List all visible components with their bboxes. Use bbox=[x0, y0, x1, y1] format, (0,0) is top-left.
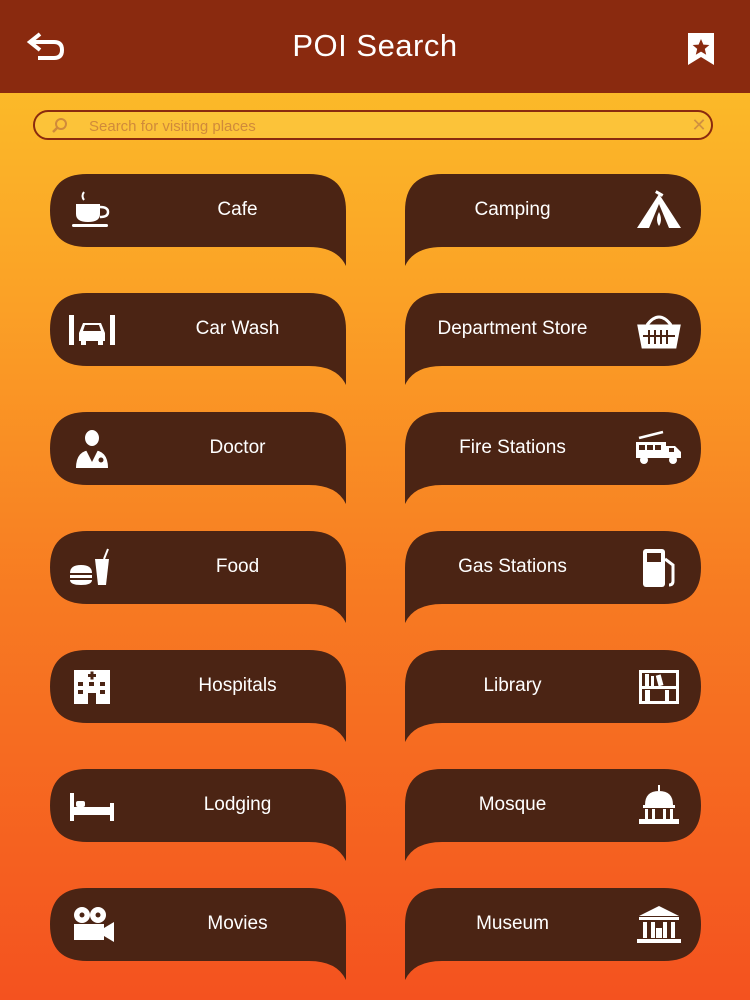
category-tile-gas-stations[interactable]: Gas Stations bbox=[405, 531, 701, 623]
bookshelf-icon bbox=[639, 670, 679, 704]
top-bar: POI Search bbox=[0, 0, 750, 93]
category-tile-food[interactable]: Food bbox=[50, 531, 346, 623]
category-tile-department-store[interactable]: Department Store bbox=[405, 293, 701, 385]
fire-truck-icon bbox=[636, 430, 681, 464]
search-icon bbox=[52, 118, 67, 133]
burger-drink-icon bbox=[70, 548, 109, 585]
clear-icon[interactable]: ✕ bbox=[689, 115, 709, 135]
hospital-building-icon bbox=[74, 670, 110, 704]
category-tile-museum[interactable]: Museum bbox=[405, 888, 701, 980]
category-label: Lodging bbox=[203, 794, 272, 815]
category-label: Camping bbox=[474, 199, 551, 220]
category-label: Food bbox=[215, 556, 260, 577]
shopping-basket-icon bbox=[637, 315, 681, 349]
category-tile-lodging[interactable]: Lodging bbox=[50, 769, 346, 861]
search-bar: ✕ bbox=[33, 110, 713, 140]
category-tile-cafe[interactable]: Cafe bbox=[50, 174, 346, 266]
category-label: Hospitals bbox=[198, 675, 277, 696]
category-label: Doctor bbox=[209, 437, 266, 458]
category-tile-mosque[interactable]: Mosque bbox=[405, 769, 701, 861]
category-label: Mosque bbox=[478, 794, 547, 815]
bed-icon bbox=[70, 793, 114, 821]
category-label: Fire Stations bbox=[459, 437, 566, 458]
category-label: Department Store bbox=[437, 318, 588, 339]
category-tile-camping[interactable]: Camping bbox=[405, 174, 701, 266]
tent-icon bbox=[637, 190, 681, 228]
gas-pump-icon bbox=[643, 549, 675, 587]
doctor-icon bbox=[76, 430, 108, 468]
bookmark-star-icon[interactable] bbox=[686, 32, 716, 66]
category-tile-hospitals[interactable]: Hospitals bbox=[50, 650, 346, 742]
category-tile-car-wash[interactable]: Car Wash bbox=[50, 293, 346, 385]
search-input[interactable] bbox=[87, 114, 671, 138]
category-label: Museum bbox=[476, 913, 549, 934]
movie-camera-icon bbox=[74, 907, 114, 942]
category-label: Library bbox=[483, 675, 542, 696]
museum-icon bbox=[637, 906, 681, 943]
category-label: Cafe bbox=[217, 199, 258, 220]
category-label: Gas Stations bbox=[458, 556, 567, 577]
page-title: POI Search bbox=[292, 28, 458, 63]
category-tile-library[interactable]: Library bbox=[405, 650, 701, 742]
category-label: Movies bbox=[207, 913, 268, 934]
category-tile-movies[interactable]: Movies bbox=[50, 888, 346, 980]
category-label: Car Wash bbox=[195, 318, 280, 339]
car-wash-icon bbox=[69, 315, 115, 345]
coffee-cup-icon bbox=[72, 191, 110, 227]
dome-icon bbox=[639, 785, 679, 824]
category-tile-fire-stations[interactable]: Fire Stations bbox=[405, 412, 701, 504]
category-tile-doctor[interactable]: Doctor bbox=[50, 412, 346, 504]
